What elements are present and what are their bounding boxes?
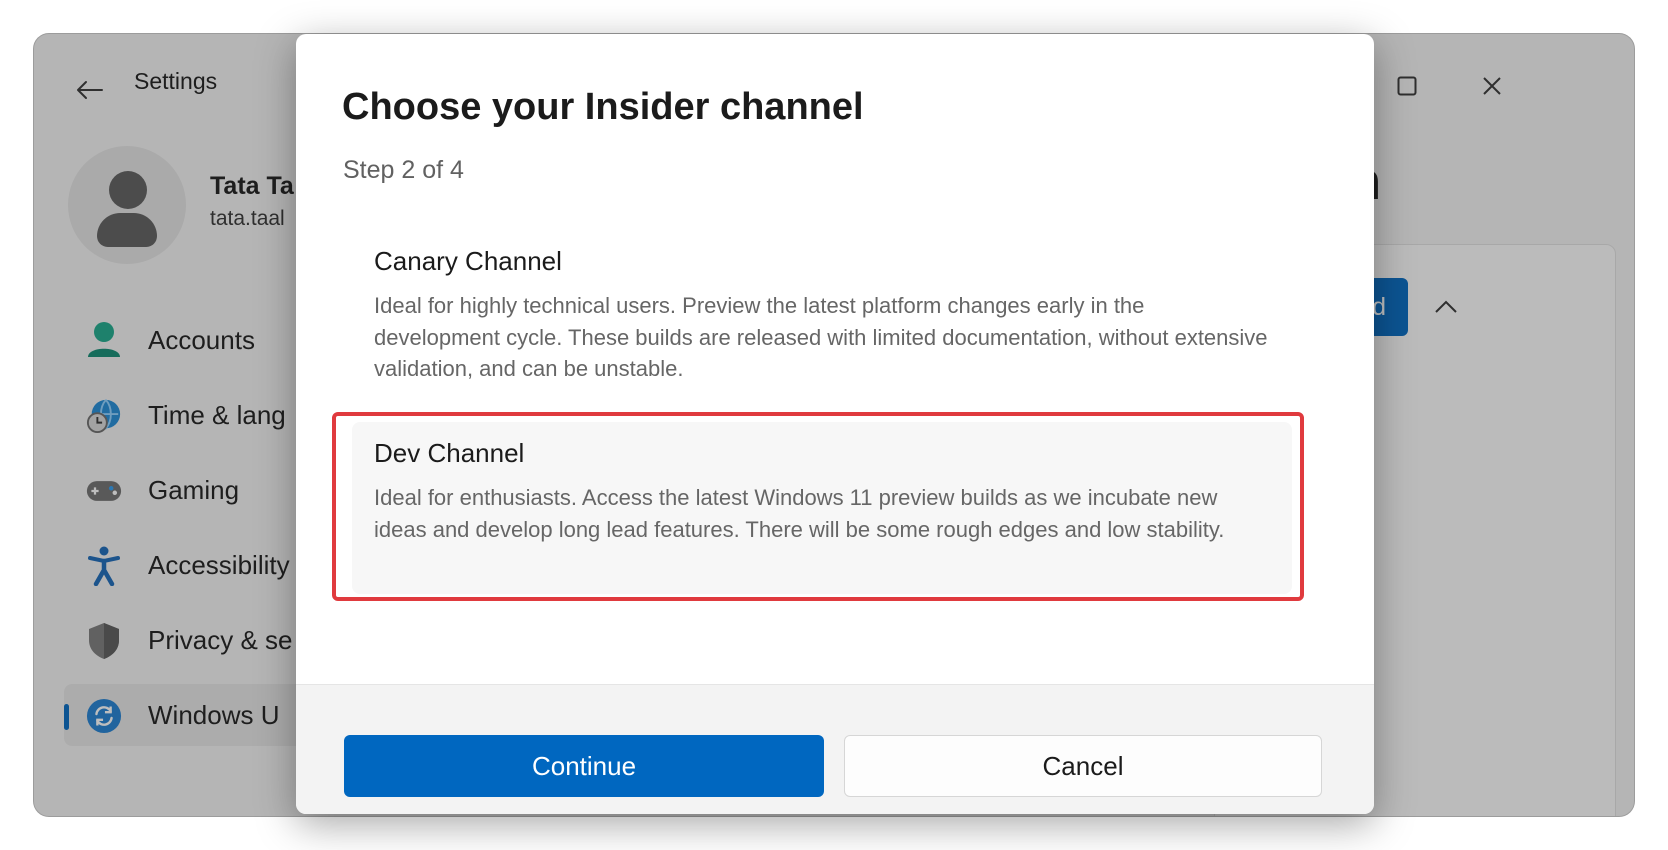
option-title: Canary Channel xyxy=(374,246,562,276)
option-dev-channel[interactable]: Dev Channel Ideal for enthusiasts. Acces… xyxy=(352,422,1292,594)
option-description: Ideal for enthusiasts. Access the latest… xyxy=(374,485,1225,542)
dialog-step: Step 2 of 4 xyxy=(343,156,464,184)
cancel-button[interactable]: Cancel xyxy=(844,735,1322,797)
option-title: Dev Channel xyxy=(374,438,525,468)
insider-channel-dialog: Choose your Insider channel Step 2 of 4 … xyxy=(296,34,1374,814)
option-canary-channel[interactable]: Canary Channel Ideal for highly technica… xyxy=(352,230,1292,400)
continue-button[interactable]: Continue xyxy=(344,735,824,797)
option-description: Ideal for highly technical users. Previe… xyxy=(374,293,1268,381)
dialog-footer: Continue Cancel xyxy=(296,684,1374,814)
dialog-title: Choose your Insider channel xyxy=(342,86,864,128)
